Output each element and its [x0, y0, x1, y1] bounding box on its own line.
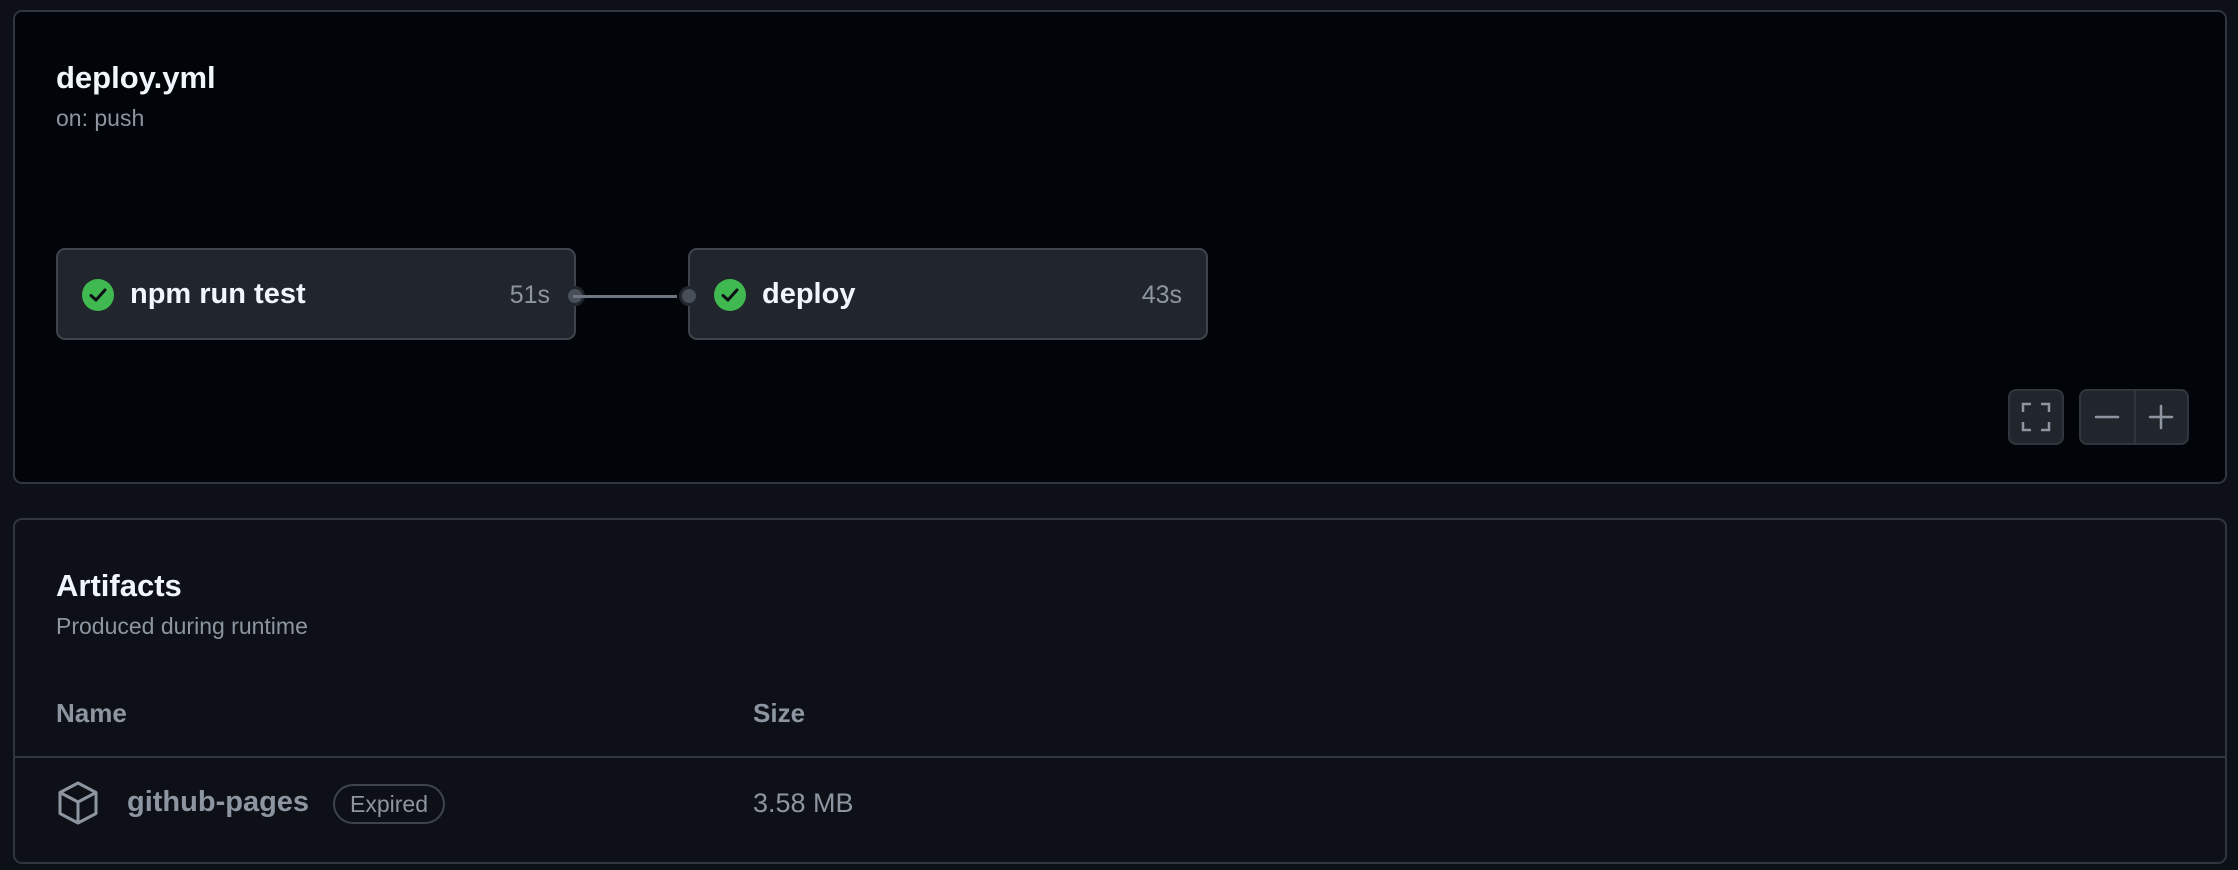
zoom-out-button[interactable] [2081, 391, 2134, 443]
job-deploy[interactable]: deploy 43s [679, 248, 1208, 340]
workflow-trigger: on: push [56, 105, 145, 131]
workflow-graph-panel: deploy.yml on: push npm run test 51s dep… [13, 10, 2227, 484]
table-row: github-pages Expired 3.58 MB [15, 758, 2225, 862]
zoom-controls [2079, 389, 2189, 445]
job-duration: 43s [1141, 281, 1182, 309]
fullscreen-icon [2021, 402, 2051, 432]
job-name: npm run test [130, 278, 306, 310]
artifacts-title: Artifacts [56, 568, 182, 603]
job-input-port [679, 286, 699, 306]
column-header-size: Size [753, 698, 806, 728]
job-npm-run-test[interactable]: npm run test 51s [56, 248, 585, 340]
artifact-name-link[interactable]: github-pages [127, 786, 309, 819]
workflow-title: deploy.yml [56, 60, 216, 95]
job-connector [573, 295, 677, 298]
minus-icon [2095, 415, 2120, 419]
job-name: deploy [762, 278, 856, 310]
package-icon [56, 780, 100, 831]
artifact-size: 3.58 MB [753, 788, 854, 818]
check-circle-icon [714, 279, 746, 311]
job-duration: 51s [509, 281, 550, 309]
zoom-in-button[interactable] [2133, 391, 2187, 443]
plus-icon [2149, 404, 2174, 430]
check-circle-icon [82, 279, 114, 311]
fullscreen-button[interactable] [2008, 389, 2064, 445]
artifacts-panel: Artifacts Produced during runtime Name S… [13, 518, 2227, 864]
artifacts-subtitle: Produced during runtime [56, 613, 308, 639]
status-badge: Expired [333, 784, 445, 824]
column-header-name: Name [56, 698, 127, 728]
